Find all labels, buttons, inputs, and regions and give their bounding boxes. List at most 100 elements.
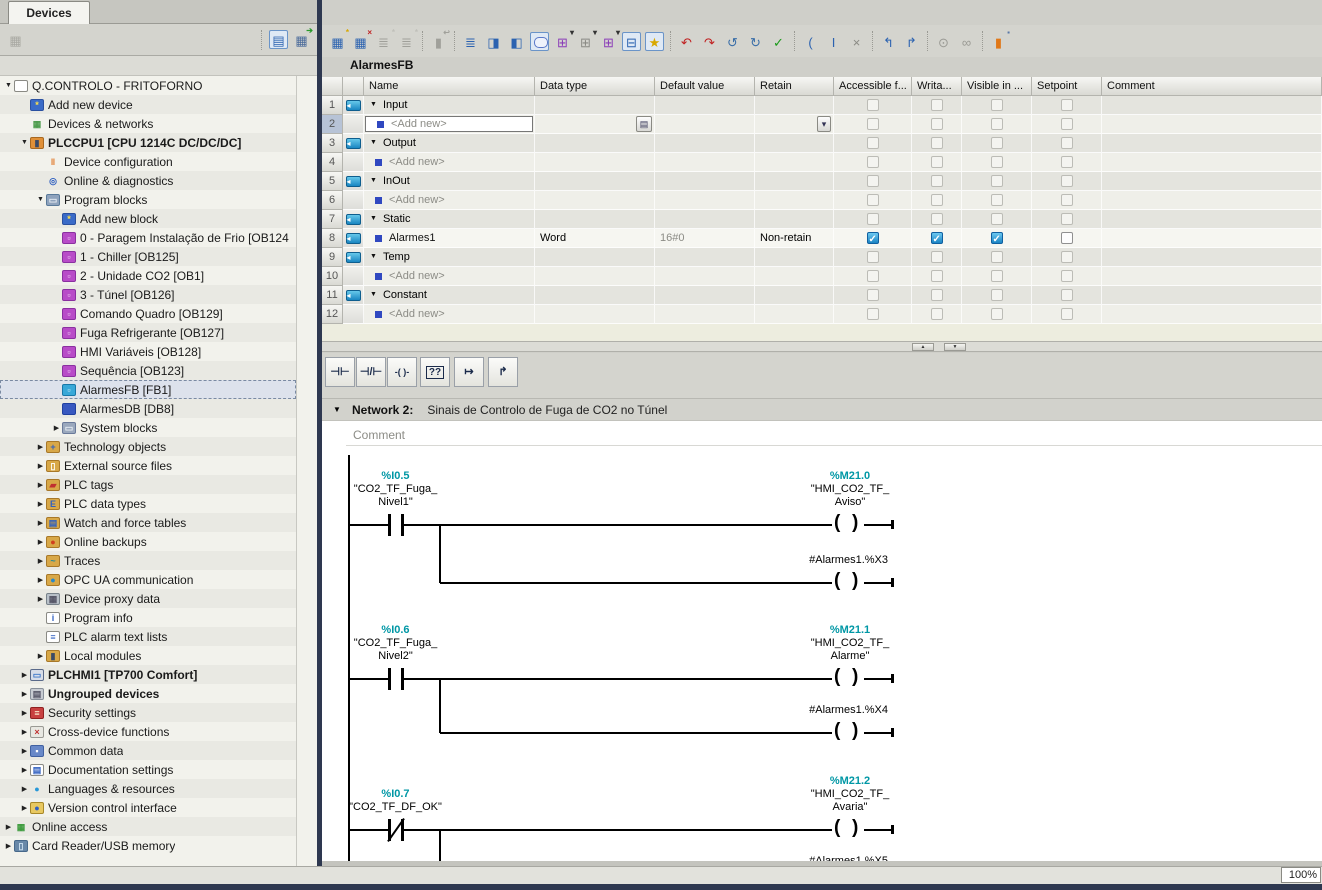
cell-name[interactable]: <Add new> (364, 267, 535, 286)
cell-name[interactable]: <Add new> (364, 191, 535, 210)
tree-item-hmi-vari-veis-ob128[interactable]: ▫HMI Variáveis [OB128] (0, 342, 296, 361)
tree-item-comando-quadro-ob129[interactable]: ▫Comando Quadro [OB129] (0, 304, 296, 323)
previous-error-icon[interactable]: ↶ (677, 32, 696, 51)
tree-expander-icon[interactable]: ▶ (19, 747, 30, 755)
tree-expander-icon[interactable]: ▶ (19, 785, 30, 793)
tree-item-online-access[interactable]: ▶▦Online access (0, 817, 296, 836)
cell-writable-from-hmi[interactable] (912, 229, 962, 248)
cell-writable-from-hmi[interactable] (912, 96, 962, 115)
column-header-visible-in[interactable]: Visible in ... (962, 77, 1032, 96)
branch-coil-symbol[interactable]: ) (852, 720, 858, 742)
section-expander-icon[interactable]: ▼ (370, 210, 377, 228)
cell-retain[interactable]: ▾ (755, 115, 834, 134)
tree-item-cross-device-functions[interactable]: ▶×Cross-device functions (0, 722, 296, 741)
table-splitter-bar[interactable]: ▲ ▼ (322, 341, 1322, 352)
cell-default-value[interactable] (655, 286, 755, 305)
tree-expander-icon[interactable]: ▶ (35, 443, 46, 451)
cell-default-value[interactable]: 16#0 (655, 229, 755, 248)
tree-item-alarmesdb-db8[interactable]: AlarmesDB [DB8] (0, 399, 296, 418)
checkbox-visible-in-hmi[interactable] (991, 232, 1003, 244)
details-view-icon[interactable]: ▤ (269, 30, 288, 49)
cell-comment[interactable] (1102, 115, 1322, 134)
cell-comment[interactable] (1102, 96, 1322, 115)
add-row-after-icon[interactable]: ≣* (397, 32, 416, 51)
cell-retain[interactable] (755, 248, 834, 267)
tree-item-sequ-ncia-ob123[interactable]: ▫Sequência [OB123] (0, 361, 296, 380)
cell-accessible-from-hmi[interactable] (834, 248, 912, 267)
cell-accessible-from-hmi[interactable] (834, 229, 912, 248)
cell-comment[interactable] (1102, 153, 1322, 172)
favorites-icon[interactable]: ★ (645, 32, 664, 51)
coil-operand-tag[interactable]: %M21.0"HMI_CO2_TF_Aviso" (780, 470, 920, 509)
data-type-browse-button[interactable]: ▤ (636, 116, 652, 132)
column-header-name[interactable]: Name (364, 77, 535, 96)
cell-setpoint[interactable] (1032, 248, 1102, 267)
table-row-temp-9[interactable]: 9▼Temp (322, 248, 1322, 267)
cell-comment[interactable] (1102, 229, 1322, 248)
tree-item-documentation-settings[interactable]: ▶▤Documentation settings (0, 760, 296, 779)
cell-retain[interactable]: Non-retain (755, 229, 834, 248)
cell-visible-in-hmi[interactable] (962, 191, 1032, 210)
column-header-setpoint[interactable]: Setpoint (1032, 77, 1102, 96)
cell-name[interactable]: ▼Output (364, 134, 535, 153)
cell-comment[interactable] (1102, 248, 1322, 267)
tree-item-opc-ua-communication[interactable]: ▶●OPC UA communication (0, 570, 296, 589)
table-row-add-new-12[interactable]: 12<Add new> (322, 305, 1322, 324)
coil-button[interactable]: -( )- (387, 357, 417, 387)
tree-item-add-new-device[interactable]: *Add new device (0, 95, 296, 114)
empty-box-button[interactable]: ?? (420, 357, 450, 387)
cell-name[interactable]: <Add new> (364, 115, 535, 134)
tree-item-1-chiller-ob125[interactable]: ▫1 - Chiller [OB125] (0, 247, 296, 266)
cell-writable-from-hmi[interactable] (912, 115, 962, 134)
crossings-icon[interactable]: × (847, 32, 866, 51)
coil-symbol[interactable]: ) (852, 512, 858, 534)
column-header-retain[interactable]: Retain (755, 77, 834, 96)
cell-data-type[interactable] (535, 286, 655, 305)
tree-expander-icon[interactable]: ▶ (35, 538, 46, 546)
cell-default-value[interactable] (655, 210, 755, 229)
section-expander-icon[interactable]: ▼ (370, 286, 377, 304)
tree-expander-icon[interactable]: ▶ (35, 576, 46, 584)
column-header-writa[interactable]: Writa... (912, 77, 962, 96)
coil-symbol[interactable]: ( (834, 512, 840, 534)
cell-visible-in-hmi[interactable] (962, 115, 1032, 134)
cell-setpoint[interactable] (1032, 305, 1102, 324)
branch-coil-symbol[interactable]: ( (834, 570, 840, 592)
cell-data-type[interactable] (535, 210, 655, 229)
cell-accessible-from-hmi[interactable] (834, 191, 912, 210)
cell-data-type[interactable] (535, 96, 655, 115)
cell-setpoint[interactable] (1032, 172, 1102, 191)
tree-item-plc-alarm-text-lists[interactable]: ≡PLC alarm text lists (0, 627, 296, 646)
cell-accessible-from-hmi[interactable] (834, 134, 912, 153)
splitter-down-button[interactable]: ▼ (944, 343, 966, 351)
column-header-accessible-f[interactable]: Accessible f... (834, 77, 912, 96)
table-row-add-new-10[interactable]: 10<Add new> (322, 267, 1322, 286)
tree-item-security-settings[interactable]: ▶≡Security settings (0, 703, 296, 722)
coil-symbol[interactable]: ( (834, 817, 840, 839)
close-branch-button[interactable]: ↱ (488, 357, 518, 387)
contact-operand-tag[interactable]: %I0.5"CO2_TF_Fuga_Nivel1" (326, 470, 466, 509)
tree-expander-icon[interactable]: ▶ (35, 557, 46, 565)
checkbox-setpoint[interactable] (1061, 232, 1073, 244)
tree-expander-icon[interactable]: ▼ (19, 139, 30, 146)
keep-actual-values-icon[interactable]: ▮↩ (429, 32, 448, 51)
network-comment-placeholder[interactable]: Comment (353, 428, 405, 442)
insert-row-icon[interactable]: ▦* (328, 32, 347, 51)
column-header-data-type[interactable]: Data type (535, 77, 655, 96)
name-edit-field[interactable]: <Add new> (365, 116, 533, 132)
tree-expander-icon[interactable]: ▶ (51, 424, 62, 432)
cell-data-type[interactable] (535, 153, 655, 172)
cell-default-value[interactable] (655, 115, 755, 134)
branch-coil-label[interactable]: #Alarmes1.%X3 (718, 554, 888, 567)
search-icon[interactable]: ⊙ (934, 32, 953, 51)
cell-setpoint[interactable] (1032, 286, 1102, 305)
cell-data-type[interactable] (535, 305, 655, 324)
cell-retain[interactable] (755, 134, 834, 153)
cell-data-type[interactable] (535, 172, 655, 191)
tree-expander-icon[interactable]: ▶ (35, 519, 46, 527)
cell-retain[interactable] (755, 172, 834, 191)
coil-operand-tag[interactable]: %M21.1"HMI_CO2_TF_Alarme" (780, 624, 920, 663)
cell-retain[interactable] (755, 305, 834, 324)
tree-expander-icon[interactable]: ▶ (19, 690, 30, 698)
no-contact-symbol[interactable] (388, 514, 391, 536)
